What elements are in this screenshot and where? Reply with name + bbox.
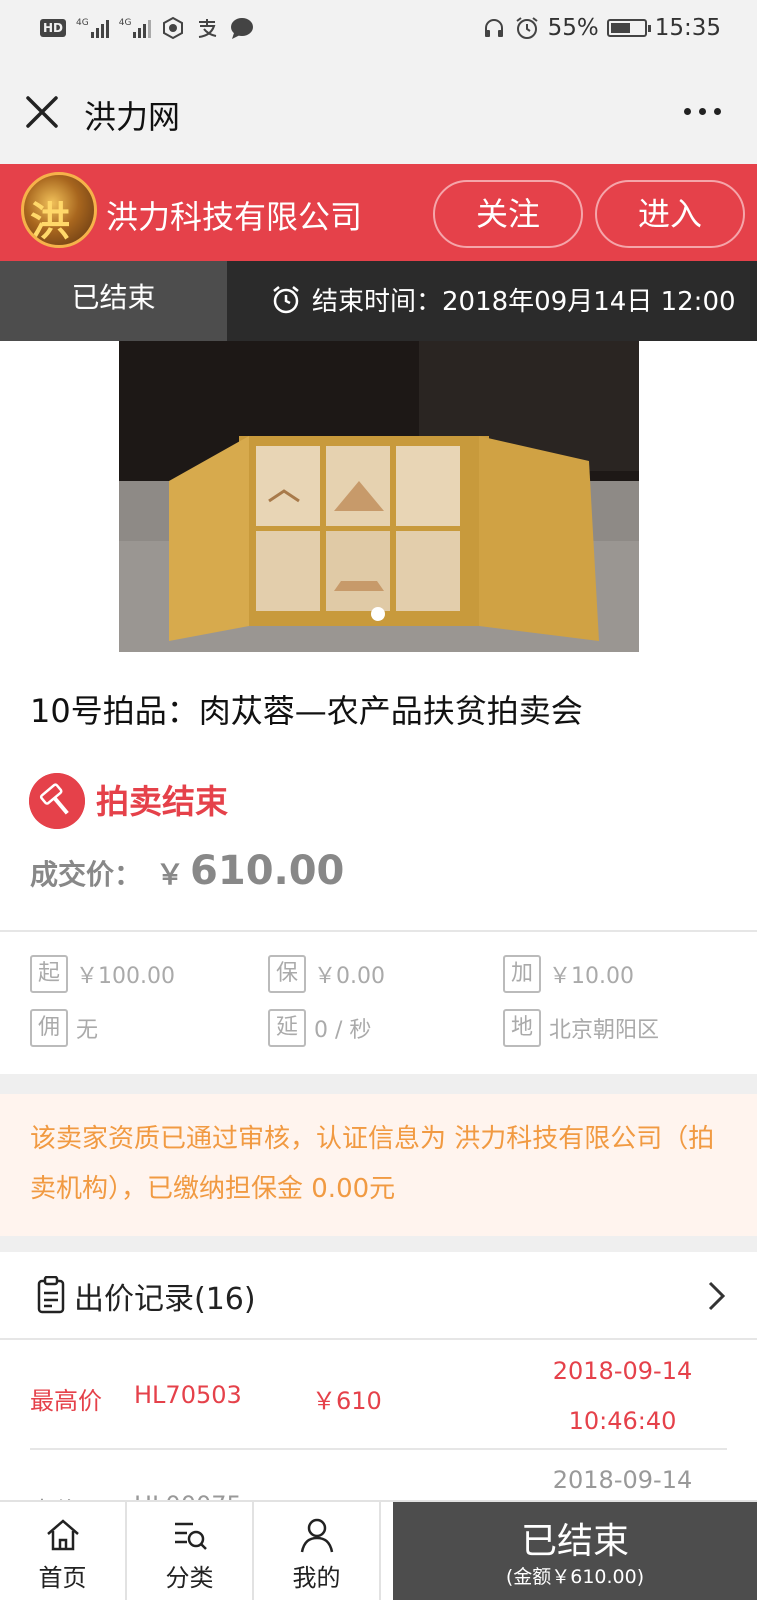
tab-mine-label: 我的 — [292, 1564, 341, 1592]
home-icon — [47, 1519, 79, 1551]
tab-home[interactable]: 首页 — [0, 1502, 127, 1600]
bid-records-header[interactable]: 出价记录(16) — [0, 1252, 757, 1338]
user-icon — [300, 1518, 334, 1553]
param-value: 0 / 秒 — [314, 1018, 372, 1043]
battery-percent: 55% — [547, 15, 599, 41]
signal-2: 4G — [119, 18, 152, 38]
section-gap — [0, 1074, 757, 1094]
auction-parameters: 起 ￥100.00 保 ￥0.00 加 ￥10.00 佣 无 延 0 / 秒 地… — [0, 940, 757, 1072]
param-deposit: 保 ￥0.00 — [268, 955, 385, 993]
end-time-text: 结束时间：2018年09月14日 12:00 — [312, 287, 736, 317]
signal-bars-icon — [133, 18, 152, 38]
param-commission: 佣 无 — [30, 1009, 98, 1047]
headset-icon — [484, 19, 503, 37]
param-value: ￥0.00 — [314, 964, 385, 989]
param-extension: 延 0 / 秒 — [268, 1009, 371, 1047]
enter-shop-button[interactable]: 进入 — [595, 180, 745, 248]
more-icon[interactable] — [684, 108, 721, 115]
param-value: 无 — [76, 1018, 99, 1043]
gavel-icon — [29, 773, 85, 829]
deal-price-label: 成交价： — [30, 858, 143, 891]
param-location: 地 北京朝阳区 — [503, 1009, 659, 1047]
shop-avatar[interactable]: 洪 — [21, 172, 97, 248]
deal-price-currency: ￥ — [156, 858, 185, 891]
ended-badge: 已结束 — [0, 261, 227, 341]
lot-title: 10号拍品：肉苁蓉—农产品扶贫拍卖会 — [30, 692, 583, 730]
product-photo — [119, 341, 639, 652]
product-image[interactable] — [119, 341, 639, 652]
alipay-icon — [199, 19, 217, 38]
bid-record-row: 最高价 HL70503 ￥610 2018-09-14 10:46:40 — [0, 1346, 757, 1446]
page-title: 洪力网 — [84, 98, 181, 136]
divider — [0, 1338, 757, 1340]
category-search-icon — [175, 1522, 207, 1550]
clipboard-icon — [37, 1276, 65, 1314]
param-increment: 加 ￥10.00 — [503, 955, 634, 993]
status-bar: HD 4G 4G 55% 15:35 — [0, 0, 757, 64]
bid-time: 10:46:40 — [568, 1407, 677, 1435]
tab-category-label: 分类 — [165, 1564, 214, 1592]
clock: 15:35 — [654, 15, 721, 41]
auction-ended-status: 拍卖结束 — [96, 782, 228, 821]
bid-amount: ￥610 — [312, 1387, 382, 1415]
bid-label: 最高价 — [30, 1387, 102, 1415]
bottom-tab-bar: 首页 分类 我的 已结束 (金额￥610.00) — [0, 1500, 757, 1600]
tab-mine[interactable]: 我的 — [254, 1502, 381, 1600]
param-tag: 起 — [30, 955, 68, 993]
ended-amount: (金额￥610.00) — [505, 1566, 645, 1588]
shop-bar: 洪 洪力科技有限公司 关注 进入 — [0, 164, 757, 261]
param-value: 北京朝阳区 — [549, 1018, 660, 1043]
bid-date: 2018-09-14 — [552, 1357, 693, 1385]
param-value: ￥10.00 — [549, 964, 634, 989]
tab-home-label: 首页 — [38, 1564, 87, 1592]
auction-ended-button[interactable]: 已结束 (金额￥610.00) — [393, 1502, 757, 1600]
auction-status-bar: 已结束 结束时间：2018年09月14日 12:00 — [0, 261, 757, 341]
shop-logo-text: 洪 — [30, 198, 70, 245]
status-left: HD 4G 4G — [40, 16, 255, 40]
param-value: ￥100.00 — [76, 964, 175, 989]
status-right: 55% 15:35 — [482, 15, 721, 41]
tab-category[interactable]: 分类 — [127, 1502, 254, 1600]
nav-bar: 洪力网 — [0, 64, 757, 164]
bid-user: HL70503 — [134, 1381, 242, 1409]
deal-price: 成交价： ￥ 610.00 — [30, 848, 344, 894]
param-tag: 地 — [503, 1009, 541, 1047]
bid-date: 2018-09-14 — [552, 1466, 693, 1494]
param-tag: 延 — [268, 1009, 306, 1047]
close-icon[interactable] — [24, 94, 60, 130]
chevron-right-icon[interactable] — [707, 1280, 727, 1312]
end-time: 结束时间：2018年09月14日 12:00 — [270, 281, 736, 318]
alarm-clock-icon — [273, 285, 299, 313]
param-start-price: 起 ￥100.00 — [30, 955, 175, 993]
ended-label: 已结束 — [520, 1521, 629, 1562]
chat-icon — [231, 18, 254, 39]
signal-1: 4G — [76, 18, 109, 38]
seller-verification-notice: 该卖家资质已通过审核，认证信息为 洪力科技有限公司（拍卖机构），已缴纳担保金 0… — [0, 1094, 757, 1236]
signal-bars-icon — [90, 18, 109, 38]
carousel-indicator[interactable] — [371, 607, 385, 621]
divider — [0, 930, 757, 932]
row-divider — [30, 1448, 727, 1450]
param-tag: 佣 — [30, 1009, 68, 1047]
bid-records-title: 出价记录(16) — [74, 1282, 256, 1317]
app-notification-icon — [163, 16, 184, 40]
param-tag: 加 — [503, 955, 541, 993]
battery-icon — [606, 19, 651, 37]
notice-text: 该卖家资质已通过审核，认证信息为 洪力科技有限公司（拍卖机构），已缴纳担保金 0… — [30, 1124, 715, 1204]
hd-badge: HD — [40, 19, 67, 37]
follow-button[interactable]: 关注 — [433, 180, 583, 248]
param-tag: 保 — [268, 955, 306, 993]
deal-price-value: 610.00 — [190, 848, 345, 894]
shop-name[interactable]: 洪力科技有限公司 — [106, 192, 362, 238]
alarm-icon — [515, 17, 538, 39]
section-gap — [0, 1236, 757, 1252]
